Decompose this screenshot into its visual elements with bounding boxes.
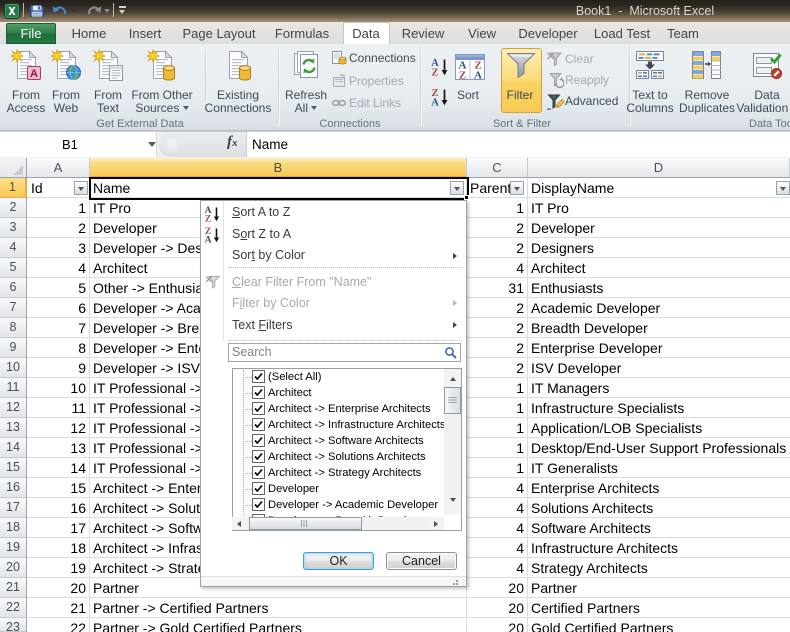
svg-text:A: A [205,236,212,245]
svg-text:A: A [474,70,482,82]
svg-text:Z: Z [205,215,211,224]
svg-text:A: A [30,68,38,80]
svg-text:Z: Z [459,70,466,82]
svg-text:Z: Z [431,68,438,78]
